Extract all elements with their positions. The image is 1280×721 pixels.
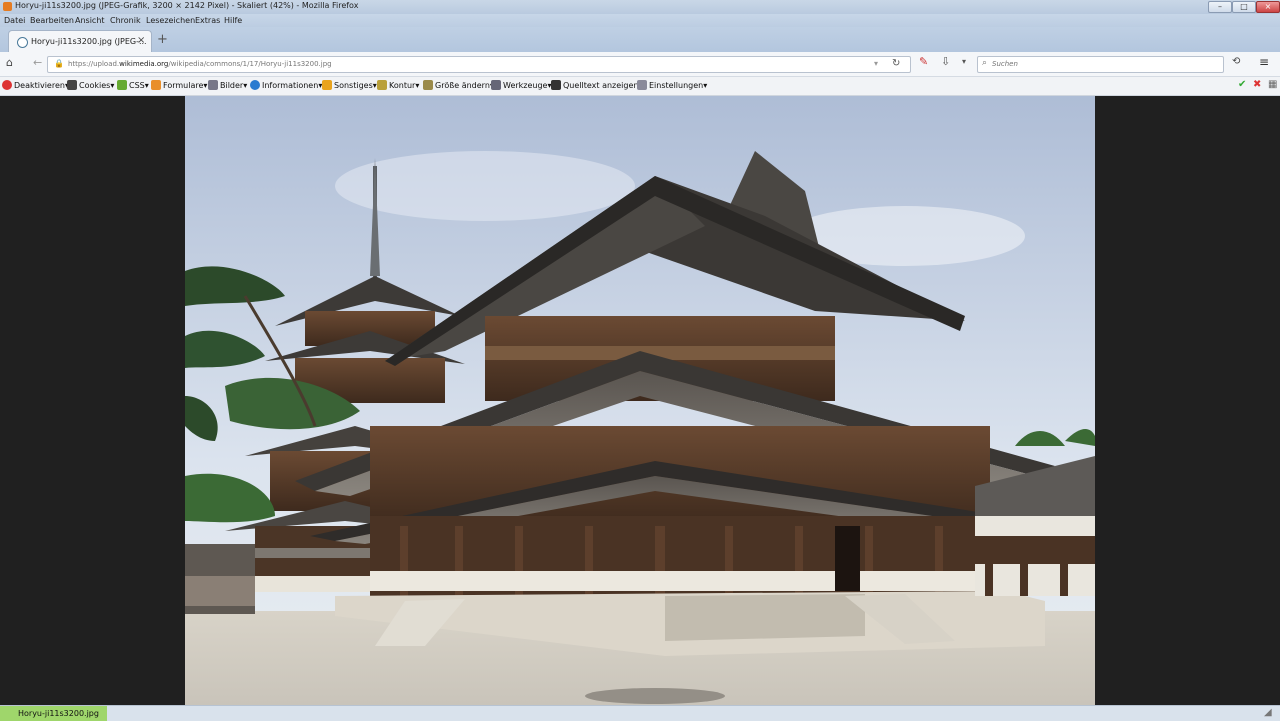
minimize-button[interactable]: – <box>1208 1 1232 13</box>
menu-ansicht[interactable]: Ansicht <box>75 16 105 25</box>
web-developer-toolbar: Deaktivieren▾ Cookies▾ CSS▾ Formulare▾ B… <box>0 77 1280 96</box>
error-icon[interactable]: ✖ <box>1253 79 1261 90</box>
dev-view-source[interactable]: Quelltext anzeigen▾ <box>551 80 642 90</box>
title-bar: Horyu-ji11s3200.jpg (JPEG-Grafik, 3200 ×… <box>0 0 1280 14</box>
home-icon[interactable]: ⌂ <box>6 56 13 69</box>
dev-disable[interactable]: Deaktivieren▾ <box>2 80 69 90</box>
tab-label: Horyu-ji11s3200.jpg (JPEG-... <box>31 37 147 46</box>
information-icon <box>250 80 260 90</box>
downloads-dropdown-icon[interactable]: ▾ <box>962 57 966 66</box>
menu-extras[interactable]: Extras <box>195 16 220 25</box>
close-window-button[interactable]: × <box>1256 1 1280 13</box>
misc-icon <box>322 80 332 90</box>
dev-options[interactable]: Einstellungen▾ <box>637 80 707 90</box>
dev-images[interactable]: Bilder▾ <box>208 80 247 90</box>
options-icon <box>637 80 647 90</box>
status-bar: Horyu-ji11s3200.jpg ◢ <box>0 705 1280 721</box>
sync-icon[interactable]: ⟲ <box>1232 56 1240 67</box>
forms-icon <box>151 80 161 90</box>
window-title: Horyu-ji11s3200.jpg (JPEG-Grafik, 3200 ×… <box>15 1 359 10</box>
search-bar: ⌕ <box>977 56 1224 73</box>
tab-strip: Horyu-ji11s3200.jpg (JPEG-... × + <box>0 27 1280 53</box>
addon-icon[interactable]: ✎ <box>919 55 928 68</box>
lock-icon: 🔒 <box>54 59 64 68</box>
download-icon[interactable]: ⇩ <box>941 55 950 68</box>
reload-icon[interactable]: ↻ <box>892 58 900 69</box>
menu-bearbeiten[interactable]: Bearbeiten <box>30 16 74 25</box>
validation-ok-icon[interactable]: ✔ <box>1238 79 1246 90</box>
menu-bar: Datei Bearbeiten Ansicht Chronik Lesezei… <box>0 14 1280 27</box>
search-icon: ⌕ <box>982 58 988 68</box>
resize-grip-icon[interactable]: ◢ <box>1264 707 1272 718</box>
dev-misc[interactable]: Sonstiges▾ <box>322 80 377 90</box>
tools-icon <box>491 80 501 90</box>
outline-icon <box>377 80 387 90</box>
dev-tools[interactable]: Werkzeuge▾ <box>491 80 552 90</box>
resize-icon <box>423 80 433 90</box>
menu-chronik[interactable]: Chronik <box>110 16 141 25</box>
dev-resize[interactable]: Größe ändern▾ <box>423 80 494 90</box>
maximize-button[interactable]: □ <box>1232 1 1256 13</box>
dev-css[interactable]: CSS▾ <box>117 80 149 90</box>
cookies-icon <box>67 80 77 90</box>
tab-close-icon[interactable]: × <box>137 35 145 46</box>
tab-active[interactable]: Horyu-ji11s3200.jpg (JPEG-... × <box>8 30 152 53</box>
dev-forms[interactable]: Formulare▾ <box>151 80 207 90</box>
back-icon[interactable]: ← <box>33 56 42 69</box>
menu-lesezeichen[interactable]: Lesezeichen <box>146 16 195 25</box>
navigation-bar: ⌂ ← 🔒 https://upload.wikimedia.org/wikip… <box>0 52 1280 77</box>
url-dropdown-icon[interactable]: ▾ <box>874 59 878 68</box>
url-bar[interactable]: 🔒 https://upload.wikimedia.org/wikipedia… <box>47 56 911 73</box>
disable-icon <box>2 80 12 90</box>
status-text: Horyu-ji11s3200.jpg <box>0 706 107 721</box>
dev-outline[interactable]: Kontur▾ <box>377 80 419 90</box>
page-viewport <box>0 96 1280 705</box>
css-icon <box>117 80 127 90</box>
menu-hilfe[interactable]: Hilfe <box>224 16 242 25</box>
images-icon <box>208 80 218 90</box>
dev-information[interactable]: Informationen▾ <box>250 80 322 90</box>
wikimedia-favicon-icon <box>17 37 28 48</box>
url-text[interactable]: https://upload.wikimedia.org/wikipedia/c… <box>68 60 332 68</box>
new-tab-button[interactable]: + <box>157 32 168 47</box>
menu-datei[interactable]: Datei <box>4 16 25 25</box>
dev-cookies[interactable]: Cookies▾ <box>67 80 114 90</box>
horyuji-temple-image[interactable] <box>185 96 1095 705</box>
more-dev-icon[interactable]: ▦ <box>1268 79 1277 90</box>
view-source-icon <box>551 80 561 90</box>
search-input[interactable] <box>992 59 1212 69</box>
hamburger-menu-icon[interactable]: ≡ <box>1259 55 1269 69</box>
firefox-icon <box>3 2 12 11</box>
